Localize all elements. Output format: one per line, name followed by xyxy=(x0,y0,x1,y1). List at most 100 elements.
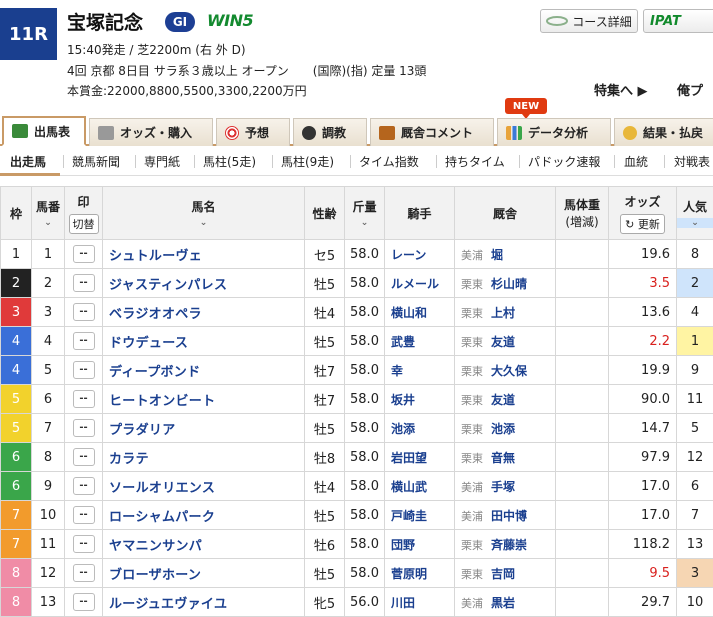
horse-name-link[interactable]: ヤマニンサンパ xyxy=(102,529,305,559)
subtab-umabashira5[interactable]: 馬柱(5走) xyxy=(203,153,256,170)
mark-selector[interactable]: -- xyxy=(72,564,95,582)
subtab-mochi-time[interactable]: 持ちタイム xyxy=(445,153,505,170)
jockey-link[interactable]: 川田 xyxy=(384,587,455,617)
jockey-link[interactable]: 武豊 xyxy=(384,326,455,356)
odds-cell[interactable]: 118.2 xyxy=(608,529,677,559)
mark-selector[interactable]: -- xyxy=(72,361,95,379)
subtab-pedigree[interactable]: 血統 xyxy=(624,153,648,170)
trainer-link[interactable]: 友道 xyxy=(491,393,515,407)
odds-cell[interactable]: 19.6 xyxy=(608,239,677,269)
tab-chokyo[interactable]: 調教 xyxy=(293,118,367,146)
jockey-link[interactable]: 岩田望 xyxy=(384,442,455,472)
odds-cell[interactable]: 17.0 xyxy=(608,471,677,501)
jockey-link[interactable]: 菅原明 xyxy=(384,558,455,588)
sub-tabs: 出走馬 競馬新聞 専門紙 馬柱(5走) 馬柱(9走) タイム指数 持ちタイム パ… xyxy=(0,148,713,176)
trainer-link[interactable]: 吉岡 xyxy=(491,567,515,581)
subtab-senmonshi[interactable]: 専門紙 xyxy=(144,153,180,170)
tab-yoso[interactable]: 予想 xyxy=(216,118,290,146)
header-odds: オッズ ↻ 更新 xyxy=(608,186,677,240)
subtab-shussoba[interactable]: 出走馬 xyxy=(10,153,46,170)
trainer-link[interactable]: 黒岩 xyxy=(491,596,515,610)
trainer-link[interactable]: 堀 xyxy=(491,248,503,262)
sort-icon[interactable]: ⌄ xyxy=(346,218,384,228)
horse-name-link[interactable]: ドウデュース xyxy=(102,326,305,356)
odds-cell[interactable]: 9.5 xyxy=(608,558,677,588)
mark-selector[interactable]: -- xyxy=(72,535,95,553)
sort-icon[interactable]: ⌄ xyxy=(677,218,713,228)
mark-selector[interactable]: -- xyxy=(72,245,95,263)
subtab-time-index[interactable]: タイム指数 xyxy=(359,153,419,170)
odds-cell[interactable]: 29.7 xyxy=(608,587,677,617)
mark-selector[interactable]: -- xyxy=(72,448,95,466)
trainer-link[interactable]: 手塚 xyxy=(491,480,515,494)
jockey-link[interactable]: 団野 xyxy=(384,529,455,559)
odds-cell[interactable]: 2.2 xyxy=(608,326,677,356)
subtab-umabashira9[interactable]: 馬柱(9走) xyxy=(281,153,334,170)
horse-name-link[interactable]: プラダリア xyxy=(102,413,305,443)
tab-odds[interactable]: オッズ・購入 xyxy=(89,118,213,146)
subtab-newspaper[interactable]: 競馬新聞 xyxy=(72,153,120,170)
mark-selector[interactable]: -- xyxy=(72,477,95,495)
trainer-link[interactable]: 田中博 xyxy=(491,509,527,523)
mark-selector[interactable]: -- xyxy=(72,274,95,292)
ipat-button[interactable]: IPAT xyxy=(643,9,713,33)
subtab-paddock[interactable]: パドック速報 xyxy=(528,153,600,170)
toggle-mark-button[interactable]: 切替 xyxy=(68,213,99,234)
horse-name-link[interactable]: ディープボンド xyxy=(102,355,305,385)
header-name[interactable]: 馬名 ⌄ xyxy=(102,186,305,240)
horse-name-link[interactable]: シュトルーヴェ xyxy=(102,239,305,269)
horse-name-link[interactable]: カラテ xyxy=(102,442,305,472)
my-pro-link[interactable]: 俺プ xyxy=(677,80,703,99)
odds-cell[interactable]: 90.0 xyxy=(608,384,677,414)
trainer-link[interactable]: 斉藤崇 xyxy=(491,538,527,552)
odds-cell[interactable]: 13.6 xyxy=(608,297,677,327)
sort-icon[interactable]: ⌄ xyxy=(104,218,304,228)
update-odds-button[interactable]: ↻ 更新 xyxy=(620,213,665,234)
mark-selector[interactable]: -- xyxy=(72,593,95,611)
odds-cell[interactable]: 14.7 xyxy=(608,413,677,443)
waku-cell: 6 xyxy=(0,471,32,501)
tab-stable-comment[interactable]: 厩舎コメント xyxy=(370,118,494,146)
odds-cell[interactable]: 3.5 xyxy=(608,268,677,298)
course-detail-button[interactable]: コース詳細 xyxy=(540,9,638,33)
trainer-link[interactable]: 杉山晴 xyxy=(491,277,527,291)
trainer-link[interactable]: 大久保 xyxy=(491,364,527,378)
mark-selector[interactable]: -- xyxy=(72,390,95,408)
header-umaban[interactable]: 馬番 ⌄ xyxy=(31,186,65,240)
jockey-link[interactable]: 戸崎圭 xyxy=(384,500,455,530)
odds-cell[interactable]: 97.9 xyxy=(608,442,677,472)
trainer-link[interactable]: 池添 xyxy=(491,422,515,436)
mark-selector[interactable]: -- xyxy=(72,506,95,524)
feature-link[interactable]: 特集へ ▶ xyxy=(594,80,648,99)
trainer-link[interactable]: 音無 xyxy=(491,451,515,465)
jockey-link[interactable]: 横山和 xyxy=(384,297,455,327)
horse-name-link[interactable]: ジャスティンパレス xyxy=(102,268,305,298)
odds-cell[interactable]: 17.0 xyxy=(608,500,677,530)
jockey-link[interactable]: 幸 xyxy=(384,355,455,385)
horse-name-link[interactable]: ヒートオンビート xyxy=(102,384,305,414)
horse-name-link[interactable]: ベラジオオペラ xyxy=(102,297,305,327)
horse-name-link[interactable]: ルージュエヴァイユ xyxy=(102,587,305,617)
mark-selector[interactable]: -- xyxy=(72,332,95,350)
odds-cell[interactable]: 19.9 xyxy=(608,355,677,385)
horse-name-link[interactable]: ブローザホーン xyxy=(102,558,305,588)
sexage-cell: 牡5 xyxy=(304,326,345,356)
tab-results[interactable]: 結果・払戻 xyxy=(614,118,713,146)
jockey-link[interactable]: ルメール xyxy=(384,268,455,298)
jockey-link[interactable]: 池添 xyxy=(384,413,455,443)
mark-selector[interactable]: -- xyxy=(72,303,95,321)
trainer-link[interactable]: 上村 xyxy=(491,306,515,320)
trainer-link[interactable]: 友道 xyxy=(491,335,515,349)
tab-data-analysis[interactable]: データ分析 xyxy=(497,118,611,146)
horse-name-link[interactable]: ローシャムパーク xyxy=(102,500,305,530)
horse-name-link[interactable]: ソールオリエンス xyxy=(102,471,305,501)
header-popularity[interactable]: 人気 ⌄ xyxy=(676,186,713,240)
tab-shutuba[interactable]: 出馬表 xyxy=(2,116,86,146)
jockey-link[interactable]: 坂井 xyxy=(384,384,455,414)
sort-icon[interactable]: ⌄ xyxy=(33,218,64,228)
jockey-link[interactable]: レーン xyxy=(384,239,455,269)
mark-selector[interactable]: -- xyxy=(72,419,95,437)
header-weight[interactable]: 斤量 ⌄ xyxy=(344,186,385,240)
subtab-vs[interactable]: 対戦表 xyxy=(674,153,710,170)
jockey-link[interactable]: 横山武 xyxy=(384,471,455,501)
